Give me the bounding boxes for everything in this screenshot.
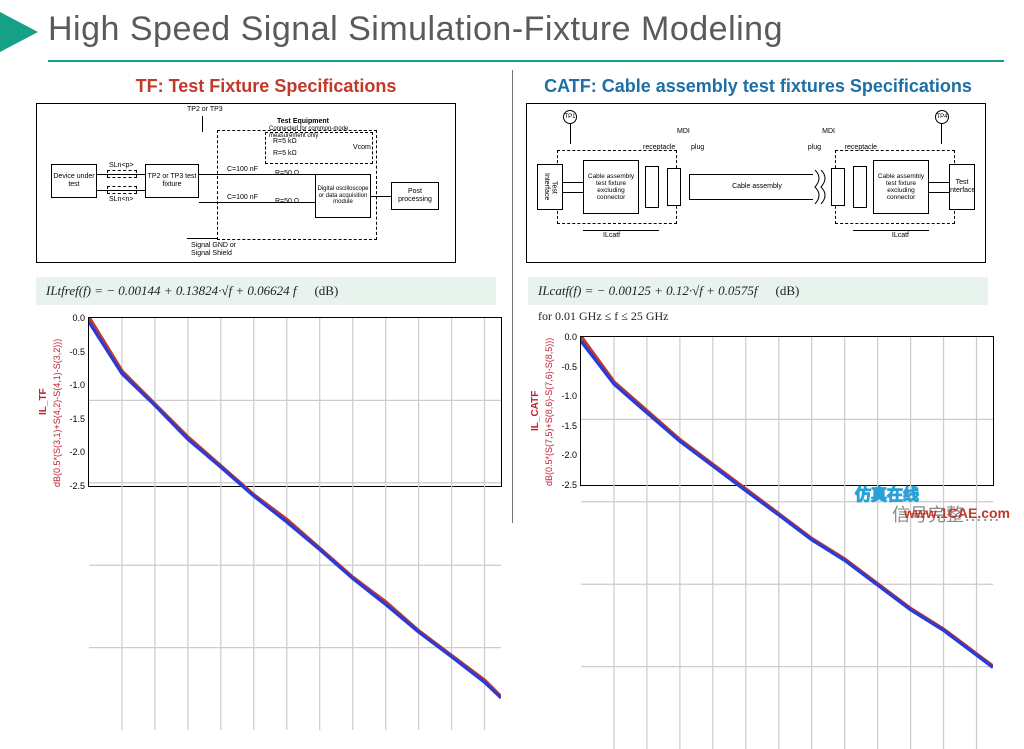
dut-box: Device under test xyxy=(51,164,97,198)
tf-chart: IL_TF dB(0.5*(S(3,1)+S(4,2)-S(4,1)-S(3,2… xyxy=(38,317,502,487)
plug-box-b xyxy=(831,168,845,206)
catf-curve xyxy=(581,337,993,749)
r5k-a: R=5 kΩ xyxy=(273,138,297,146)
catf-title: CATF: Cable assembly test fixtures Speci… xyxy=(522,76,994,97)
catf-chart-name: IL_CATF xyxy=(530,336,544,486)
plug-a: plug xyxy=(691,144,704,152)
catf-chart-area: 0.0 -0.5 -1.0 -1.5 -2.0 -2.5 xyxy=(580,336,994,486)
receptacle-a xyxy=(645,166,659,208)
catf-formula: ILcatf(f) = − 0.00125 + 0.12·√f + 0.0575… xyxy=(528,277,988,305)
tf-diagram: TP2 or TP3 Test Equipment Connected for … xyxy=(36,103,456,263)
test-interface-a: Test Interface xyxy=(537,164,563,210)
tf-chart-name: IL_TF xyxy=(38,317,52,487)
sl-a: SLn<p> xyxy=(109,162,134,170)
scope-box: Digital oscilloscope or data acquisition… xyxy=(315,174,371,218)
fixture-box: TP2 or TP3 test fixture xyxy=(145,164,199,198)
catf-chart: IL_CATF dB(0.5*(S(7,5)+S(8,6)-S(7,6)-S(8… xyxy=(530,336,994,486)
tf-title: TF: Test Fixture Specifications xyxy=(30,76,502,97)
mdi-b: MDI xyxy=(822,128,835,136)
r5k-b: R=5 kΩ xyxy=(273,150,297,158)
catf-diagram: TP1 TP4 MDI MDI plug plug receptacle rec… xyxy=(526,103,986,263)
cable-assembly-box: Cable assembly xyxy=(689,174,825,200)
tf-formula-unit: (dB) xyxy=(314,283,338,299)
title-underline xyxy=(48,60,1004,62)
catf-formula-text: ILcatf(f) = − 0.00125 + 0.12·√f + 0.0575… xyxy=(538,283,758,299)
receptacle-b xyxy=(853,166,867,208)
page-title: High Speed Signal Simulation-Fixture Mod… xyxy=(48,10,783,49)
test-interface-b: Test interface xyxy=(949,164,975,210)
slide-accent-icon xyxy=(0,12,38,52)
plug-box-a xyxy=(667,168,681,206)
right-column: CATF: Cable assembly test fixtures Speci… xyxy=(512,70,1004,533)
left-column: TF: Test Fixture Specifications TP2 or T… xyxy=(20,70,512,533)
catf-formula-unit: (dB) xyxy=(776,283,800,299)
test-equipment-label: Test Equipment xyxy=(277,118,329,126)
tf-y-ticks: 0.0 -0.5 -1.0 -1.5 -2.0 -2.5 xyxy=(63,318,87,486)
catf-range: for 0.01 GHz ≤ f ≤ 25 GHz xyxy=(538,309,988,324)
c100-b: C=100 nF xyxy=(227,194,258,202)
tf-curve xyxy=(89,318,501,730)
vcom: Vcom xyxy=(353,144,371,152)
plug-b: plug xyxy=(808,144,821,152)
tf-formula: ILtfref(f) = − 0.00144 + 0.13824·√f + 0.… xyxy=(36,277,496,305)
post-box: Post processing xyxy=(391,182,439,210)
catf-y-ticks: 0.0 -0.5 -1.0 -1.5 -2.0 -2.5 xyxy=(555,337,579,485)
catf-box-b: Cable assembly test fixture excluding co… xyxy=(873,160,929,214)
ilcatf-b: ILcatf xyxy=(892,232,909,240)
gnd-label: Signal GND or Signal Shield xyxy=(191,242,247,257)
tp-label: TP2 or TP3 xyxy=(187,106,223,114)
brand-zh: 仿真在线 xyxy=(855,481,919,505)
tf-formula-text: ILtfref(f) = − 0.00144 + 0.13824·√f + 0.… xyxy=(46,283,296,299)
sl-b: SLn<n> xyxy=(109,196,134,204)
tf-chart-area: 0.0 -0.5 -1.0 -1.5 -2.0 -2.5 xyxy=(88,317,502,487)
ilcatf-a: ILcatf xyxy=(603,232,620,240)
c100-a: C=100 nF xyxy=(227,166,258,174)
tp4-dot: TP4 xyxy=(935,110,949,124)
brand-url: www.1CAE.com xyxy=(904,505,1010,521)
mdi-a: MDI xyxy=(677,128,690,136)
tp1-dot: TP1 xyxy=(563,110,577,124)
catf-box-a: Cable assembly test fixture excluding co… xyxy=(583,160,639,214)
